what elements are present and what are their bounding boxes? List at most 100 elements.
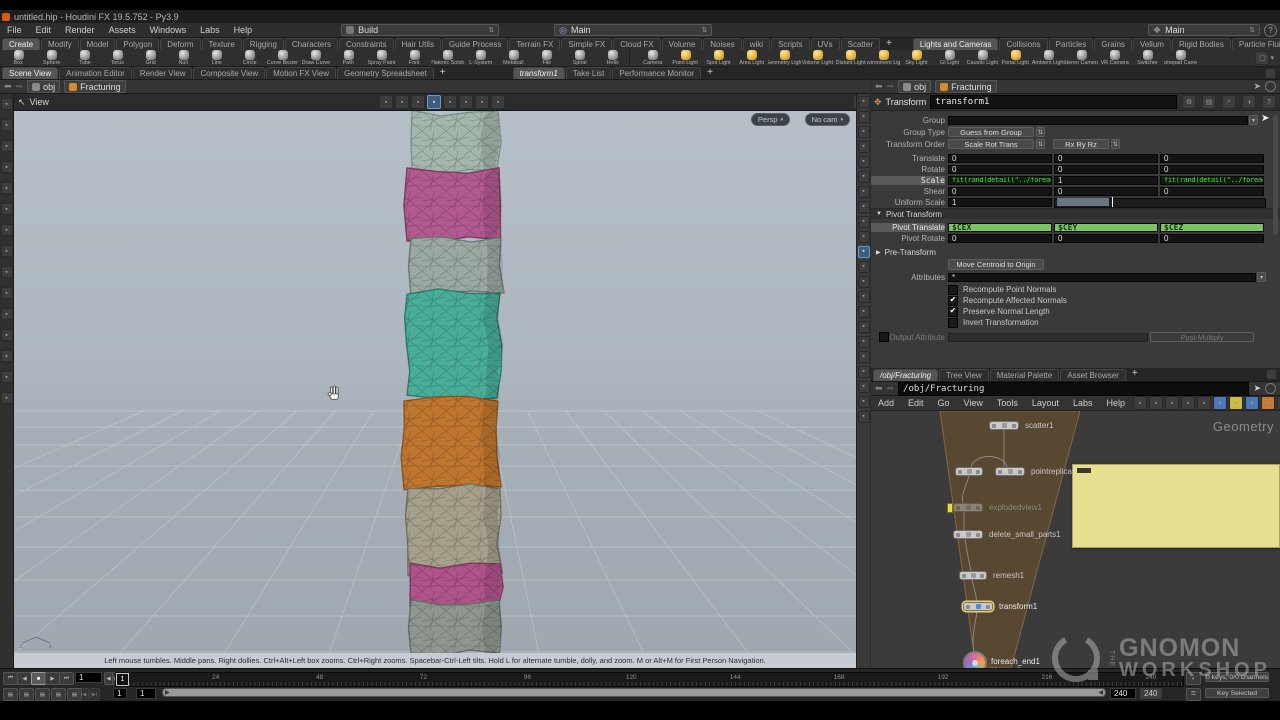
pane-tab[interactable]: Scene View (2, 67, 58, 79)
pane-split-icon[interactable] (1265, 68, 1276, 79)
shelf-tab[interactable]: Grains (1094, 38, 1132, 50)
desktop-build-selector[interactable]: Build⇅ (341, 24, 499, 36)
scale-z-field[interactable]: fit(rand(detail("../foreach_be (1160, 176, 1264, 185)
translate-y-field[interactable]: 0 (1054, 154, 1158, 163)
background-display-icon[interactable]: ▪ (858, 411, 870, 423)
scoped-channels-icon[interactable]: ◐ (1186, 672, 1201, 685)
translate-icon[interactable]: ▪ (1, 119, 13, 131)
shelf-tool[interactable]: Geometry Light (768, 50, 801, 66)
shelf-tool[interactable]: Stereo Camera (1065, 50, 1098, 66)
fractured-cube-teal[interactable] (405, 289, 504, 401)
pivot-translate-z-field[interactable]: $CEZ (1160, 223, 1264, 232)
rotate-icon[interactable]: ▪ (1, 140, 13, 152)
network-menu-item[interactable]: Add (871, 398, 901, 408)
network-pane-tab[interactable]: Asset Browser (1060, 369, 1126, 381)
rotate-x-field[interactable]: 0 (948, 165, 1052, 174)
shelf-tab[interactable]: Model (80, 38, 116, 50)
shelf-tool[interactable]: Spray Paint (365, 50, 398, 66)
transform-order-select[interactable]: Scale Rot Trans (948, 139, 1034, 149)
rotate-order-select[interactable]: Rx Ry Rz (1053, 139, 1109, 149)
network-menu-item[interactable]: Layout (1025, 398, 1066, 408)
paint-icon[interactable]: ▪ (1, 266, 13, 278)
normals-display-icon[interactable]: ▪ (858, 291, 870, 303)
node-transform1[interactable] (963, 602, 993, 611)
desktop-main-selector[interactable]: ❖ Main⇅ (1148, 24, 1260, 36)
auto-key-icon[interactable]: ⚿ (1186, 688, 1201, 701)
shelf-tab[interactable]: Vellum (1133, 38, 1171, 50)
snapshot-gallery-icon[interactable]: ▪ (1149, 396, 1163, 410)
select-objects-icon[interactable]: ▪ (379, 95, 393, 109)
shelf-tool[interactable]: Ambient Light (1032, 50, 1065, 66)
handles-icon[interactable]: ▪ (1, 182, 13, 194)
node-remesh1[interactable] (959, 571, 987, 580)
particle-display-icon[interactable]: ▪ (858, 306, 870, 318)
back-icon[interactable]: ⬅ (4, 81, 12, 92)
shelf-tool[interactable]: Font (398, 50, 431, 66)
shelf-tab[interactable]: Particles (1049, 38, 1094, 50)
checkbox-row[interactable]: Recompute Point Normals (948, 284, 1067, 295)
playhead[interactable]: 1 (116, 673, 129, 686)
rotate-z-field[interactable]: 0 (1160, 165, 1264, 174)
param-forward-icon[interactable]: ➡ (887, 81, 895, 92)
uniform-scale-field[interactable]: 1 (948, 198, 1052, 207)
shelf-tab[interactable]: Simple FX (561, 38, 612, 50)
shelf-tab[interactable]: Volume (662, 38, 703, 50)
range-slider[interactable]: ▶ ◀ (162, 688, 1106, 697)
pane-tab[interactable]: Composite View (193, 67, 265, 79)
fractured-cube-grey-bottom[interactable] (409, 600, 502, 653)
shelf-tool[interactable]: Point Light (669, 50, 702, 66)
shelf-tab[interactable]: Deform (160, 38, 200, 50)
keys-info-box[interactable]: 0 keys, 0/0 channels (1205, 672, 1269, 682)
snapshot-icon[interactable]: ▪ (858, 96, 870, 108)
menu-item[interactable]: Windows (143, 25, 194, 35)
shelf-set-selector[interactable]: ◎ Main⇅ (554, 24, 712, 36)
terrain-icon[interactable]: ▪ (1, 245, 13, 257)
checkbox[interactable] (948, 296, 958, 306)
shelf-expand-icon[interactable]: ▾ (1270, 54, 1274, 62)
network-menu-item[interactable]: View (957, 398, 990, 408)
data-flags-icon[interactable]: ▪ (1245, 396, 1259, 410)
auto-key-icon[interactable]: ▤ (19, 688, 34, 701)
translate-x-field[interactable]: 0 (948, 154, 1052, 163)
shelf-tool[interactable]: Spot Light (702, 50, 735, 66)
shelf-tab[interactable]: Modify (41, 38, 79, 50)
character-icon[interactable]: ▪ (1, 224, 13, 236)
scale-icon[interactable]: ▪ (1, 161, 13, 173)
range-slider-left-handle[interactable]: ▶ (165, 689, 170, 696)
checkbox-row[interactable]: Invert Transformation (948, 317, 1067, 328)
shelf-tool[interactable]: Spiral (563, 50, 596, 66)
brush-icon[interactable]: ▪ (1, 371, 13, 383)
contrast-icon[interactable]: ◑ (1242, 95, 1256, 109)
menu-item[interactable]: Help (227, 25, 260, 35)
node-explodedview1[interactable] (953, 503, 983, 512)
play-backward-button[interactable]: ◀ (17, 672, 32, 685)
shear-x-field[interactable]: 0 (948, 187, 1052, 196)
shelf-tab[interactable]: Noises (703, 38, 741, 50)
add-pane-tab-button[interactable]: + (435, 67, 451, 79)
sticky-note[interactable] (1072, 464, 1280, 548)
shelf-tool[interactable]: File (530, 50, 563, 66)
checkbox[interactable] (948, 307, 958, 317)
shear-z-field[interactable]: 0 (1160, 187, 1264, 196)
param-back-icon[interactable]: ⬅ (875, 81, 883, 92)
jump-start-button[interactable]: ⏮ (3, 672, 18, 685)
pose-icon[interactable]: ▪ (1, 203, 13, 215)
cut-wires-icon[interactable]: ▪ (1133, 396, 1147, 410)
persp-ortho-icon[interactable]: ▪ (858, 186, 870, 198)
smooth-shade-icon[interactable]: ▪ (858, 231, 870, 243)
scale-x-field[interactable]: fit(rand(detail("../foreach_be (948, 176, 1052, 185)
current-frame-field[interactable]: 1 (75, 672, 102, 683)
shelf-tool[interactable]: Gamepad Camera (1164, 50, 1197, 66)
shelf-tool[interactable]: Metaball (497, 50, 530, 66)
reference-plane-icon[interactable]: ▪ (858, 261, 870, 273)
shelf-tab[interactable]: Collisions (999, 38, 1047, 50)
menu-item[interactable]: File (0, 25, 29, 35)
fractured-cube-orange[interactable] (401, 395, 501, 490)
move-centroid-button[interactable]: Move Centroid to Origin (948, 259, 1044, 270)
pane-tab[interactable]: transform1 (513, 67, 565, 79)
shape-palette-icon[interactable]: ▪ (1229, 396, 1243, 410)
pane-tab[interactable]: Motion FX View (266, 67, 336, 79)
end-frame-field[interactable]: 240 (1110, 688, 1136, 699)
shelf-tab[interactable]: wiki (743, 38, 770, 50)
shelf-tool[interactable]: Platonic Solids (431, 50, 464, 66)
